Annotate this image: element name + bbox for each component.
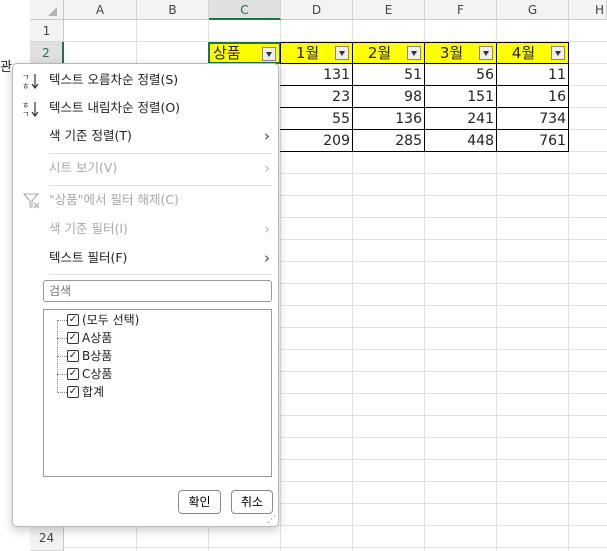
data-cell[interactable]: 16 — [496, 86, 569, 108]
checkbox-checked-icon[interactable]: ✓ — [67, 350, 79, 362]
filter-dropdown-button[interactable] — [335, 46, 349, 60]
data-cell[interactable]: 98 — [352, 86, 425, 108]
header-cell-feb[interactable]: 2월 — [352, 42, 425, 64]
filter-dropdown-button[interactable] — [479, 46, 493, 60]
svg-text:ㅎ: ㅎ — [22, 101, 29, 110]
resize-grip-icon[interactable]: ⋰ — [267, 516, 276, 525]
ok-button[interactable]: 확인 — [178, 490, 221, 514]
row-header-1[interactable]: 1 — [30, 20, 64, 42]
header-cell-mar[interactable]: 3월 — [424, 42, 497, 64]
row-header-24[interactable]: 24 — [30, 526, 64, 551]
sort-descending-icon: ㅎㄱ — [22, 100, 42, 119]
data-cell[interactable]: 11 — [496, 64, 569, 86]
column-header-h[interactable]: H — [569, 0, 607, 20]
column-header-b[interactable]: B — [137, 0, 209, 20]
cancel-button[interactable]: 취소 — [231, 490, 273, 514]
data-cell[interactable]: 285 — [352, 130, 425, 152]
menu-item-text-filter[interactable]: 텍스트 필터(F) › — [13, 245, 278, 271]
chevron-right-icon: › — [264, 249, 270, 267]
svg-text:ㄱ: ㄱ — [22, 73, 29, 82]
menu-item-sort-ascending[interactable]: ㄱㅎ 텍스트 오름차순 정렬(S) — [13, 67, 278, 93]
header-cell-apr[interactable]: 4월 — [496, 42, 569, 64]
checkbox-checked-icon[interactable]: ✓ — [67, 386, 79, 398]
header-cell-product[interactable]: 상품 — [208, 42, 281, 64]
chevron-right-icon: › — [264, 127, 270, 145]
sort-ascending-icon: ㄱㅎ — [22, 72, 42, 91]
data-cell[interactable]: 734 — [496, 108, 569, 130]
data-cell[interactable]: 131 — [280, 64, 353, 86]
data-cell[interactable]: 55 — [280, 108, 353, 130]
header-cell-jan[interactable]: 1월 — [280, 42, 353, 64]
data-cell[interactable]: 761 — [496, 130, 569, 152]
column-header-f[interactable]: F — [425, 0, 497, 20]
row-header-2[interactable]: 2 — [30, 42, 64, 64]
chevron-right-icon: › — [264, 159, 270, 177]
select-all-corner[interactable] — [30, 0, 64, 20]
filter-dropdown-button[interactable] — [407, 46, 421, 60]
menu-item-clear-filter: "상품"에서 필터 해제(C) — [13, 187, 278, 213]
svg-text:ㅎ: ㅎ — [22, 82, 29, 90]
svg-text:ㄱ: ㄱ — [22, 110, 29, 118]
menu-item-sort-by-color[interactable]: 색 기준 정렬(T) › — [13, 123, 278, 149]
checkbox-checked-icon[interactable]: ✓ — [67, 314, 79, 326]
data-cell[interactable]: 151 — [424, 86, 497, 108]
column-header-c[interactable]: C — [209, 0, 281, 20]
data-cell[interactable]: 23 — [280, 86, 353, 108]
data-cell[interactable]: 136 — [352, 108, 425, 130]
clear-filter-icon — [22, 192, 42, 210]
column-header-d[interactable]: D — [281, 0, 353, 20]
data-cell[interactable]: 56 — [424, 64, 497, 86]
chevron-right-icon: › — [264, 220, 270, 238]
autofilter-menu: ㄱㅎ 텍스트 오름차순 정렬(S) ㅎㄱ 텍스트 내림차순 정렬(O) 색 기준… — [12, 63, 279, 527]
cell-a2-partial-text: 관 — [0, 60, 12, 75]
column-header-a[interactable]: A — [64, 0, 137, 20]
checkbox-checked-icon[interactable]: ✓ — [67, 332, 79, 344]
search-input[interactable] — [43, 280, 272, 302]
data-cell[interactable]: 448 — [424, 130, 497, 152]
column-header-g[interactable]: G — [497, 0, 569, 20]
menu-item-filter-by-color: 색 기준 필터(I) › — [13, 216, 278, 242]
filter-dropdown-button[interactable] — [262, 47, 276, 61]
menu-item-sheet-view: 시트 보기(V) › — [13, 155, 278, 181]
column-header-e[interactable]: E — [353, 0, 425, 20]
data-cell[interactable]: 241 — [424, 108, 497, 130]
data-cell[interactable]: 209 — [280, 130, 353, 152]
checkbox-checked-icon[interactable]: ✓ — [67, 368, 79, 380]
filter-dropdown-button[interactable] — [551, 46, 565, 60]
data-cell[interactable]: 51 — [352, 64, 425, 86]
menu-item-sort-descending[interactable]: ㅎㄱ 텍스트 내림차순 정렬(O) — [13, 95, 278, 121]
filter-values-list[interactable]: ✓ (모두 선택) ✓ A상품 ✓ B상품 ✓ C상품 ✓ 합계 — [43, 309, 272, 477]
